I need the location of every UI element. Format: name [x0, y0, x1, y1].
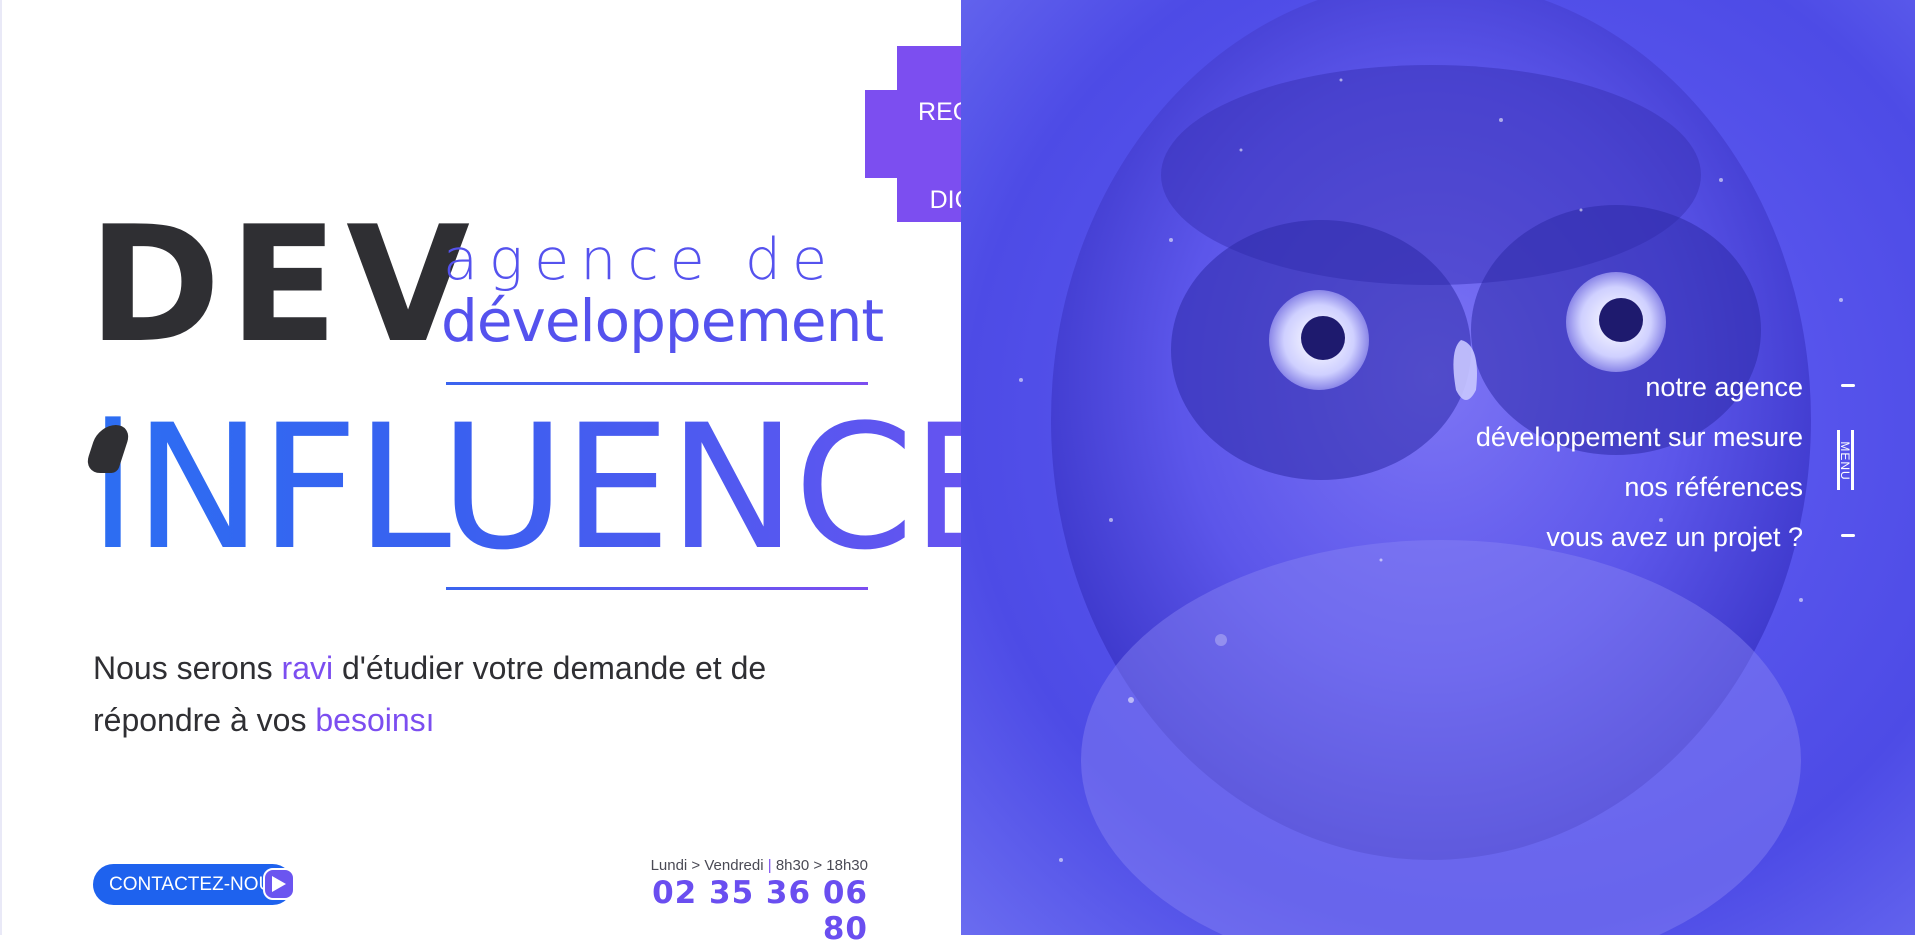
logo-subtitle: développement	[441, 287, 884, 355]
menu-item-references[interactable]: nos références	[1476, 462, 1803, 512]
intro-text: Nous serons	[93, 650, 282, 686]
logo-subtitle: agence de	[443, 227, 839, 293]
logo-influence: iNFLUENCE	[89, 387, 1020, 588]
main-menu: notre agence développement sur mesure no…	[1476, 362, 1803, 562]
divider	[446, 382, 868, 385]
hero-image: notre agence développement sur mesure no…	[961, 0, 1915, 935]
send-icon	[263, 868, 295, 900]
phone-number[interactable]: 02 35 36 06 80	[600, 875, 868, 947]
contact-button[interactable]: CONTACTEZ-NOUS	[93, 864, 295, 905]
divider	[446, 587, 868, 590]
intro-highlight: besoins	[315, 702, 426, 738]
intro-message: Nous serons ravi d'étudier votre demande…	[93, 642, 893, 746]
logo-dev: DEV	[88, 191, 478, 378]
menu-label[interactable]: MENU	[1838, 441, 1852, 480]
contact-button-label: CONTACTEZ-NOUS	[109, 874, 285, 895]
menu-marker	[1841, 384, 1855, 387]
menu-marker	[1841, 534, 1855, 537]
intro-text: ı	[425, 702, 435, 738]
menu-item-projet[interactable]: vous avez un projet ?	[1476, 512, 1803, 562]
opening-hours: Lundi > Vendredi | 8h30 > 18h30	[600, 857, 868, 874]
hours-time: 8h30 > 18h30	[775, 857, 868, 874]
intro-highlight: ravi	[281, 650, 334, 686]
menu-item-developpement[interactable]: développement sur mesure	[1476, 412, 1803, 462]
left-panel: UN AUTRE REGARD SUR LE DIGITAL DEV agenc…	[0, 0, 1035, 947]
hours-days: Lundi > Vendredi	[650, 857, 764, 874]
menu-item-agence[interactable]: notre agence	[1476, 362, 1803, 412]
hours-separator: |	[763, 857, 776, 874]
